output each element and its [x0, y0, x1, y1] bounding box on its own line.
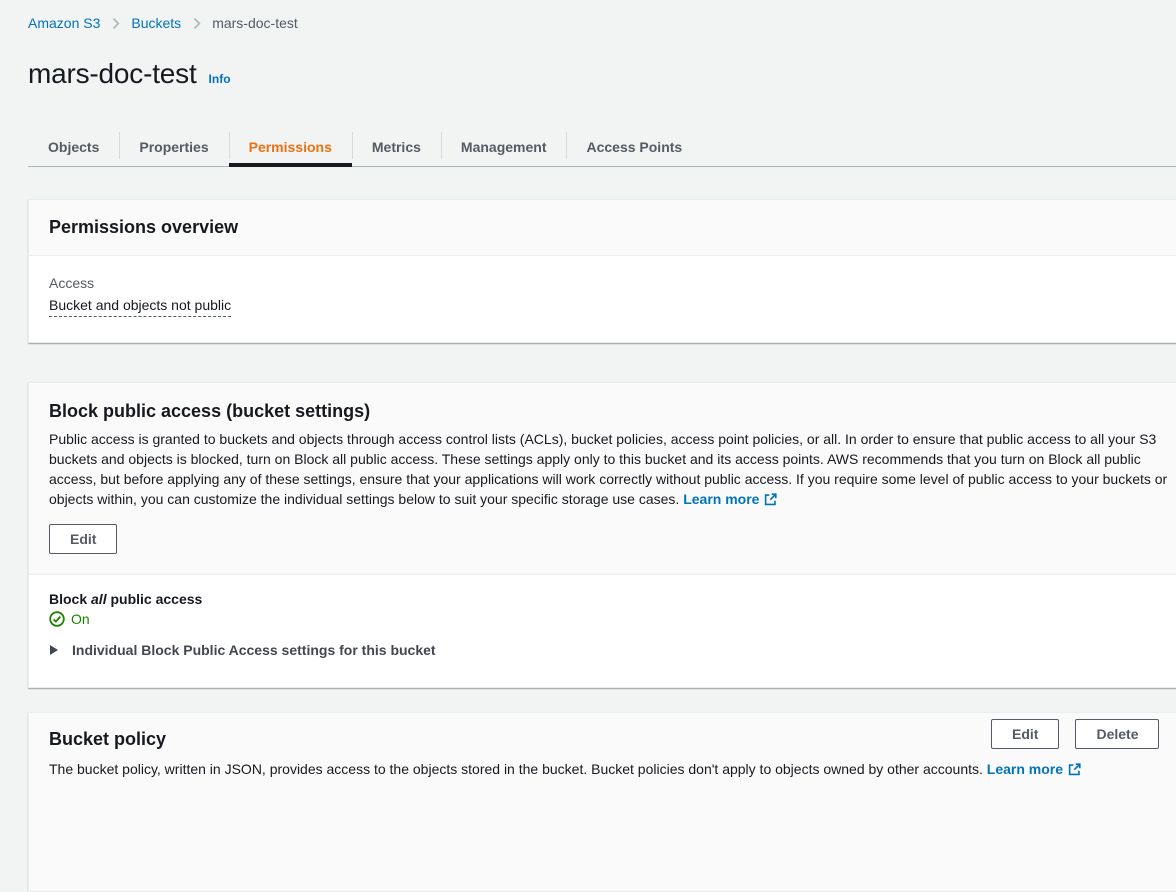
individual-settings-expander[interactable]: Individual Block Public Access settings …: [49, 642, 1176, 658]
edit-bucket-policy-button[interactable]: Edit: [991, 719, 1059, 749]
bucket-policy-card: Bucket policy The bucket policy, written…: [28, 712, 1176, 892]
block-all-status-row: On: [49, 611, 1176, 627]
chevron-right-icon: [190, 17, 203, 30]
info-link[interactable]: Info: [209, 72, 231, 86]
tab-objects[interactable]: Objects: [28, 127, 119, 166]
tab-access-points[interactable]: Access Points: [566, 127, 702, 166]
chevron-right-icon: [109, 17, 122, 30]
bucket-policy-header: Bucket policy The bucket policy, written…: [29, 713, 1176, 891]
external-link-icon: [1068, 763, 1081, 779]
s3-permissions-page: Amazon S3 Buckets mars-doc-test mars-doc…: [0, 0, 1176, 892]
learn-more-label: Learn more: [683, 491, 759, 507]
learn-more-link[interactable]: Learn more: [987, 761, 1081, 777]
block-all-suffix: public access: [110, 591, 202, 607]
individual-settings-label: Individual Block Public Access settings …: [72, 642, 436, 658]
page-header: mars-doc-test Info: [28, 58, 1176, 90]
breadcrumb: Amazon S3 Buckets mars-doc-test: [28, 0, 1176, 31]
block-public-access-card: Block public access (bucket settings) Pu…: [28, 382, 1176, 688]
permissions-overview-body: Access Bucket and objects not public: [29, 256, 1176, 342]
block-public-access-body: Block all public access On Individual Bl…: [29, 575, 1176, 687]
learn-more-label: Learn more: [987, 761, 1063, 777]
permissions-overview-card: Permissions overview Access Bucket and o…: [28, 199, 1176, 343]
access-value-tooltip-trigger[interactable]: Bucket and objects not public: [49, 297, 231, 317]
block-all-prefix: Block: [49, 591, 87, 607]
access-label: Access: [49, 275, 1176, 291]
learn-more-link[interactable]: Learn more: [683, 491, 777, 507]
block-public-access-header: Block public access (bucket settings) Pu…: [29, 383, 1176, 575]
external-link-icon: [764, 493, 777, 509]
permissions-overview-title: Permissions overview: [49, 217, 1176, 238]
block-all-italic: all: [91, 591, 107, 607]
edit-block-public-access-button[interactable]: Edit: [49, 524, 117, 554]
expand-triangle-icon: [49, 644, 59, 656]
block-public-access-description: Public access is granted to buckets and …: [49, 429, 1171, 511]
breadcrumb-amazon-s3[interactable]: Amazon S3: [28, 15, 100, 31]
permissions-overview-header: Permissions overview: [29, 200, 1176, 256]
page-title: mars-doc-test: [28, 58, 197, 90]
tab-properties[interactable]: Properties: [119, 127, 228, 166]
bucket-policy-description: The bucket policy, written in JSON, prov…: [49, 759, 1171, 781]
bucket-policy-actions: Edit Delete: [991, 719, 1159, 749]
breadcrumb-buckets[interactable]: Buckets: [131, 15, 181, 31]
block-public-access-description-text: Public access is granted to buckets and …: [49, 431, 1167, 507]
tab-bar: Objects Properties Permissions Metrics M…: [28, 127, 1176, 167]
breadcrumb-current-bucket: mars-doc-test: [212, 15, 298, 31]
block-all-public-access-label: Block all public access: [49, 591, 1176, 607]
check-circle-icon: [49, 611, 65, 627]
delete-bucket-policy-button[interactable]: Delete: [1075, 719, 1159, 749]
tab-metrics[interactable]: Metrics: [352, 127, 441, 166]
block-public-access-title: Block public access (bucket settings): [49, 401, 1176, 422]
bucket-policy-description-text: The bucket policy, written in JSON, prov…: [49, 761, 983, 777]
status-on-text: On: [71, 611, 90, 627]
tab-permissions[interactable]: Permissions: [229, 127, 352, 166]
tab-management[interactable]: Management: [441, 127, 567, 166]
